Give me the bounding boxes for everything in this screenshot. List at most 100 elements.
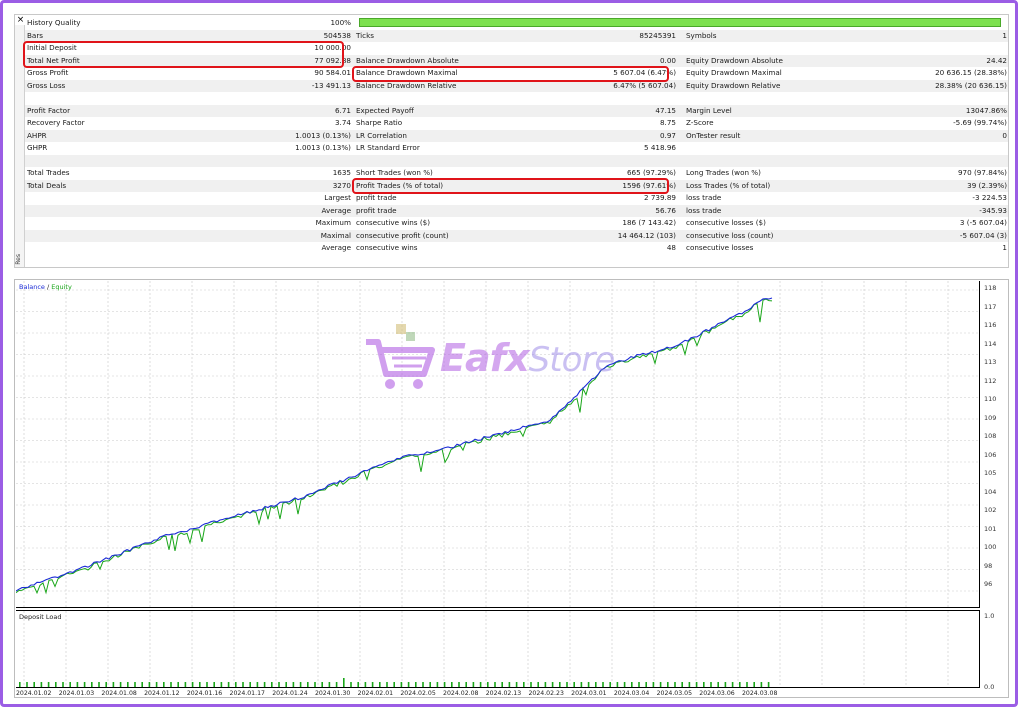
deposit-load-bar xyxy=(422,682,424,687)
metric-value: 24.42 xyxy=(986,55,1007,65)
deposit-load-bar xyxy=(386,682,388,687)
deposit-load-bar xyxy=(321,682,323,687)
metric-value: 0 xyxy=(1002,130,1007,140)
chart-legend: Balance / Equity xyxy=(19,283,72,291)
metric-value: 1635 xyxy=(332,168,351,177)
deposit-load-bar xyxy=(335,682,338,687)
deposit-load-bar xyxy=(688,682,691,687)
side-tab-label: Res xyxy=(15,254,22,265)
deposit-load-bar xyxy=(559,682,561,687)
deposit-load-bar xyxy=(213,682,215,687)
deposit-load-bar xyxy=(602,682,604,687)
deposit-load-title: Deposit Load xyxy=(19,613,62,621)
deposit-load-bar xyxy=(278,682,280,687)
deposit-load-bar xyxy=(415,682,417,687)
x-tick-label: 2024.03.04 xyxy=(613,690,650,697)
deposit-load-bar xyxy=(616,682,619,687)
deposit-load-bar xyxy=(494,682,496,687)
y-tick-label: 108 xyxy=(984,432,997,440)
highlight-deposit-profit xyxy=(23,41,344,68)
deposit-load-bar xyxy=(364,682,367,687)
deposit-load-bar xyxy=(695,682,698,687)
deposit-load-svg xyxy=(19,611,949,687)
metric-value: Average xyxy=(321,243,351,252)
deposit-load-bar xyxy=(285,682,287,687)
x-tick-label: 2024.03.08 xyxy=(742,690,778,697)
metric-value: 3 (-5 607.04) xyxy=(959,218,1007,227)
deposit-load-bar xyxy=(263,682,266,687)
y-axis: 118 117 116 114 113 112 110 109 108 106 105 104 102 1… xyxy=(982,280,1008,607)
metric-label: Equity Drawdown Maximal xyxy=(686,68,782,77)
x-tick-label: 2024.01.12 xyxy=(144,690,180,697)
deposit-load-bar xyxy=(256,682,259,687)
x-tick-label: 2024.01.02 xyxy=(16,690,52,697)
deposit-load-bar xyxy=(523,682,525,687)
y-tick-label: 102 xyxy=(984,506,997,514)
y-tick-label: 106 xyxy=(984,450,997,459)
deposit-load-bar xyxy=(652,682,655,687)
deposit-load-bar xyxy=(206,682,208,687)
deposit-load-bar xyxy=(191,682,194,687)
highlight-balance-drawdown xyxy=(352,66,669,82)
metric-value: 39 (2.39%) xyxy=(967,180,1007,190)
deposit-load-bar xyxy=(170,682,172,687)
metric-value: -5.69 (99.74%) xyxy=(953,118,1007,127)
deposit-load-bar xyxy=(731,682,734,687)
metric-value: 48 xyxy=(666,243,676,252)
deposit-load-bar xyxy=(659,682,662,687)
deposit-load-bar xyxy=(19,682,21,687)
metric-value: -13 491.13 xyxy=(311,80,351,90)
metric-label: loss trade xyxy=(686,205,722,215)
metric-value: 1.0013 (0.13%) xyxy=(295,130,351,140)
metric-value: 970 (97.84%) xyxy=(957,168,1007,177)
metric-value: 20 636.15 (28.38%) xyxy=(935,68,1007,77)
deposit-load-bar xyxy=(357,682,359,687)
deposit-load-bar xyxy=(451,682,453,687)
deposit-load-bar xyxy=(76,682,79,687)
close-icon[interactable]: × xyxy=(16,16,25,25)
deposit-load-bar xyxy=(551,682,554,687)
metric-label: Ticks xyxy=(356,30,375,40)
deposit-load-bar xyxy=(667,682,669,687)
deposit-load-bar xyxy=(724,682,727,687)
deposit-load-bar xyxy=(292,682,295,687)
deposit-load-bar xyxy=(753,682,755,687)
deposit-load-area: Deposit Load xyxy=(16,610,980,688)
deposit-load-bar xyxy=(98,682,100,687)
metric-value: 8.75 xyxy=(659,118,676,127)
metric-label: Profit Factor xyxy=(27,105,71,115)
watermark-text: EafxStore xyxy=(440,336,615,380)
metric-value: 28.38% (20 636.15) xyxy=(935,80,1007,90)
report-row: GHPR 1.0013 (0.13%) LR Standard Error 5 418… xyxy=(25,142,1008,155)
metric-label: History Quality xyxy=(27,18,81,27)
metric-value: Maximum xyxy=(315,218,351,227)
x-tick-label: 2024.03.05 xyxy=(656,690,693,697)
deposit-load-bar xyxy=(119,682,122,687)
deposit-load-bar xyxy=(537,682,539,687)
deposit-load-bar xyxy=(458,682,460,687)
watermark-text-part1: Eafx xyxy=(440,336,530,380)
deposit-load-bar xyxy=(127,682,129,687)
x-tick-label: 2024.03.01 xyxy=(571,690,607,697)
y-tick-label: 100 xyxy=(984,543,997,551)
load-y-bottom: 0.0 xyxy=(984,683,995,691)
y-tick-label: 109 xyxy=(984,413,997,422)
load-y-top: 1.0 xyxy=(984,612,995,620)
metric-value: 100% xyxy=(330,18,351,27)
metric-value: Largest xyxy=(324,193,351,202)
y-tick-label: 117 xyxy=(984,302,997,311)
deposit-load-bar xyxy=(62,682,64,687)
metric-label: Total Trades xyxy=(27,168,70,177)
deposit-load-bar xyxy=(307,682,309,687)
x-tick-label: 2024.02.23 xyxy=(528,690,564,697)
deposit-load-bar xyxy=(609,682,611,687)
deposit-load-bar xyxy=(235,682,237,687)
y-tick-label: 118 xyxy=(984,284,997,292)
metric-value: 6.71 xyxy=(334,105,351,115)
x-tick-label: 2024.01.17 xyxy=(229,690,265,697)
deposit-load-bar xyxy=(314,682,316,687)
deposit-load-bar xyxy=(587,682,590,687)
deposit-load-bar xyxy=(220,682,223,687)
deposit-load-bar xyxy=(112,682,115,687)
deposit-load-bar xyxy=(436,682,439,687)
